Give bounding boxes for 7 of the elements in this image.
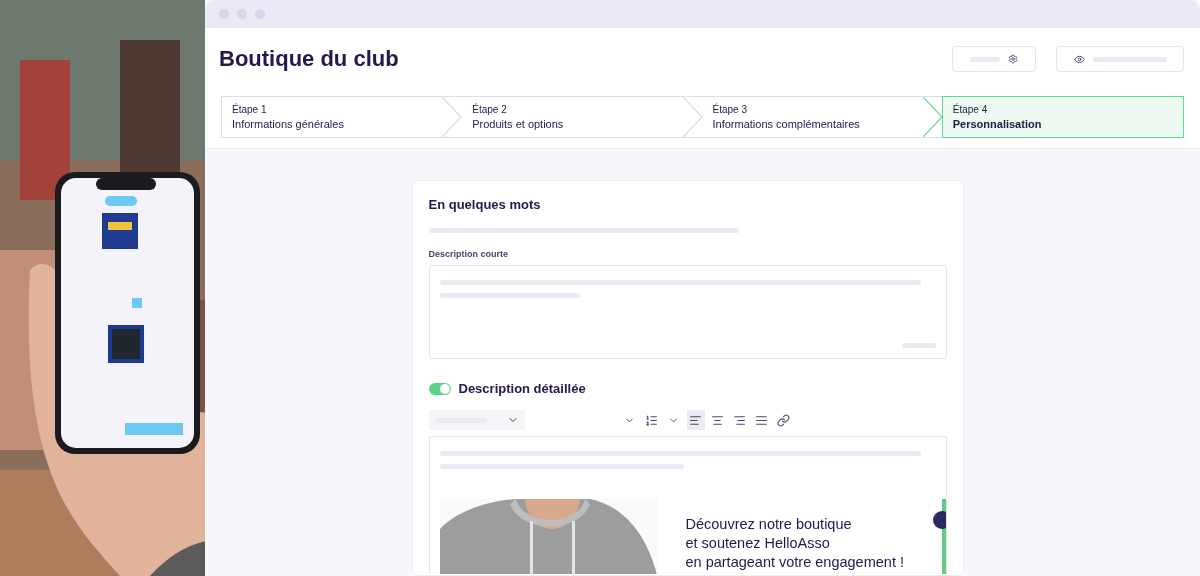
- field-label: Description courte: [428, 249, 509, 259]
- rich-text-editor[interactable]: Découvrez notre boutique et soutenez HelloAsso en partageant votre engagement !: [428, 436, 947, 574]
- banner-text: Découvrez notre boutique et soutenez HelloAsso en partageant votre engagement !: [685, 515, 904, 572]
- page-title: Boutique du club: [219, 46, 399, 72]
- step-tab[interactable]: Étape 4 Personnalisation: [942, 97, 1183, 137]
- section-title: En quelques mots: [428, 197, 542, 212]
- toggle-label: Description détaillée: [458, 381, 586, 396]
